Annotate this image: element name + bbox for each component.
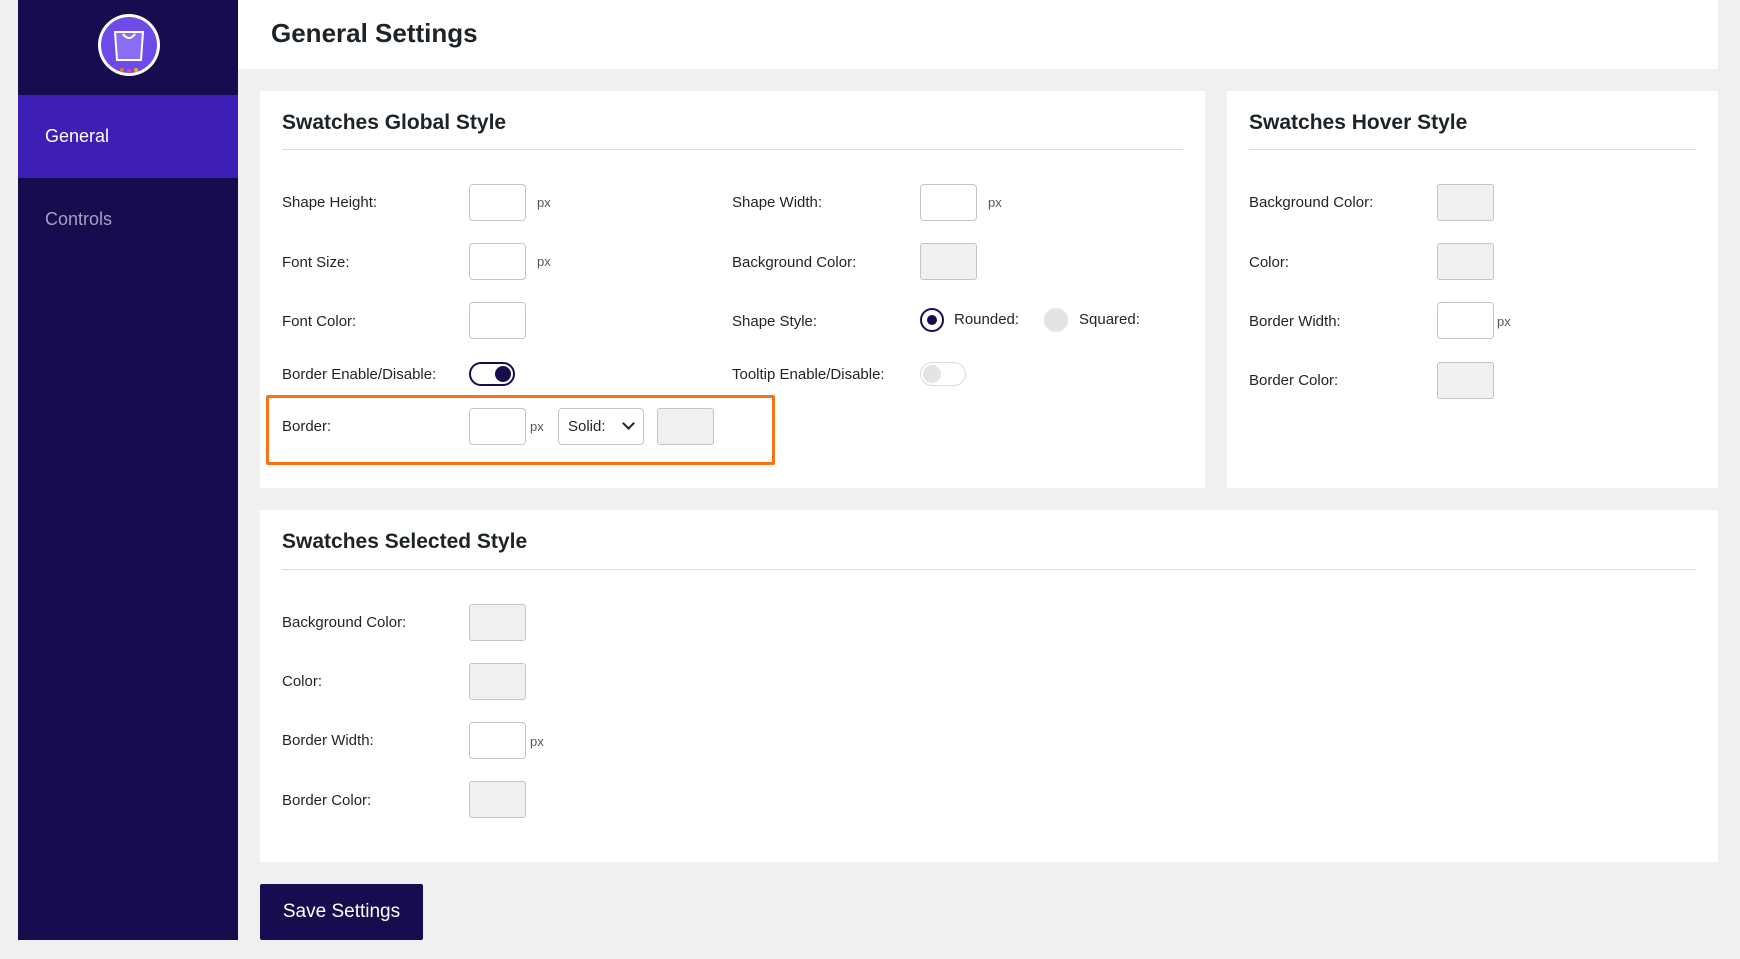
sidebar-item-label: General: [45, 126, 110, 146]
font-size-label: Font Size:: [282, 254, 350, 271]
border-color-picker[interactable]: [657, 408, 714, 445]
shape-width-input[interactable]: [920, 184, 977, 221]
hover-background-color-picker[interactable]: [1437, 184, 1494, 221]
card-title: Swatches Global Style: [282, 111, 507, 134]
toggle-knob: [923, 365, 941, 383]
selected-border-color-picker[interactable]: [469, 781, 526, 818]
card-title: Swatches Hover Style: [1249, 111, 1468, 134]
hover-border-color-picker[interactable]: [1437, 362, 1494, 399]
font-color-picker[interactable]: [469, 302, 526, 339]
rounded-label: Rounded:: [954, 311, 1020, 328]
unit-label: px: [537, 195, 551, 210]
global-style-card: Swatches Global Style Shape Height: px F…: [260, 91, 1205, 488]
unit-label: px: [530, 419, 544, 434]
page-title: General Settings: [271, 18, 478, 48]
hover-style-card: Swatches Hover Style Background Color: C…: [1227, 91, 1718, 488]
tooltip-toggle[interactable]: [920, 362, 966, 386]
chevron-down-icon: [622, 417, 635, 430]
shape-height-label: Shape Height:: [282, 194, 378, 211]
background-color-label: Background Color:: [732, 254, 857, 271]
page-header: General Settings: [238, 0, 1718, 69]
shape-style-label: Shape Style:: [732, 313, 818, 330]
selected-color-picker[interactable]: [469, 663, 526, 700]
shape-style-squared-radio[interactable]: [1044, 308, 1068, 332]
unit-label: px: [530, 734, 544, 749]
save-settings-button[interactable]: Save Settings: [260, 884, 423, 940]
hover-border-width-input[interactable]: [1437, 302, 1494, 339]
sidebar-item-controls[interactable]: Controls: [18, 178, 238, 261]
tooltip-toggle-label: Tooltip Enable/Disable:: [732, 366, 885, 383]
sidebar: General Controls: [18, 0, 238, 940]
font-color-label: Font Color:: [282, 313, 357, 330]
card-title: Swatches Selected Style: [282, 530, 528, 553]
border-color-label: Border Color:: [282, 792, 372, 809]
color-label: Color:: [1249, 254, 1290, 271]
unit-label: px: [537, 254, 551, 269]
border-toggle[interactable]: [469, 362, 515, 386]
border-label: Border:: [282, 418, 332, 435]
divider: [282, 569, 1696, 570]
background-color-picker[interactable]: [920, 243, 977, 280]
font-size-input[interactable]: [469, 243, 526, 280]
shopping-bag-icon: [98, 14, 160, 76]
color-label: Color:: [282, 673, 323, 690]
squared-label: Squared:: [1079, 311, 1140, 328]
sidebar-item-label: Controls: [45, 209, 113, 229]
border-toggle-label: Border Enable/Disable:: [282, 366, 437, 383]
divider: [1249, 149, 1696, 150]
shape-style-rounded-radio[interactable]: [920, 308, 944, 332]
border-width-label: Border Width:: [1249, 313, 1341, 330]
border-width-label: Border Width:: [282, 732, 374, 749]
selected-border-width-input[interactable]: [469, 722, 526, 759]
divider: [282, 149, 1183, 150]
unit-label: px: [1497, 314, 1511, 329]
select-value: Solid:: [568, 418, 606, 435]
hover-color-picker[interactable]: [1437, 243, 1494, 280]
selected-background-color-picker[interactable]: [469, 604, 526, 641]
selected-style-card: Swatches Selected Style Background Color…: [260, 510, 1718, 862]
toggle-knob: [495, 366, 511, 382]
background-color-label: Background Color:: [1249, 194, 1374, 211]
radio-dot: [927, 315, 937, 325]
background-color-label: Background Color:: [282, 614, 407, 631]
sidebar-item-general[interactable]: General: [18, 95, 238, 178]
border-color-label: Border Color:: [1249, 372, 1339, 389]
shape-width-label: Shape Width:: [732, 194, 823, 211]
unit-label: px: [988, 195, 1002, 210]
shape-height-input[interactable]: [469, 184, 526, 221]
border-width-input[interactable]: [469, 408, 526, 445]
border-style-select[interactable]: Solid:: [558, 408, 644, 445]
